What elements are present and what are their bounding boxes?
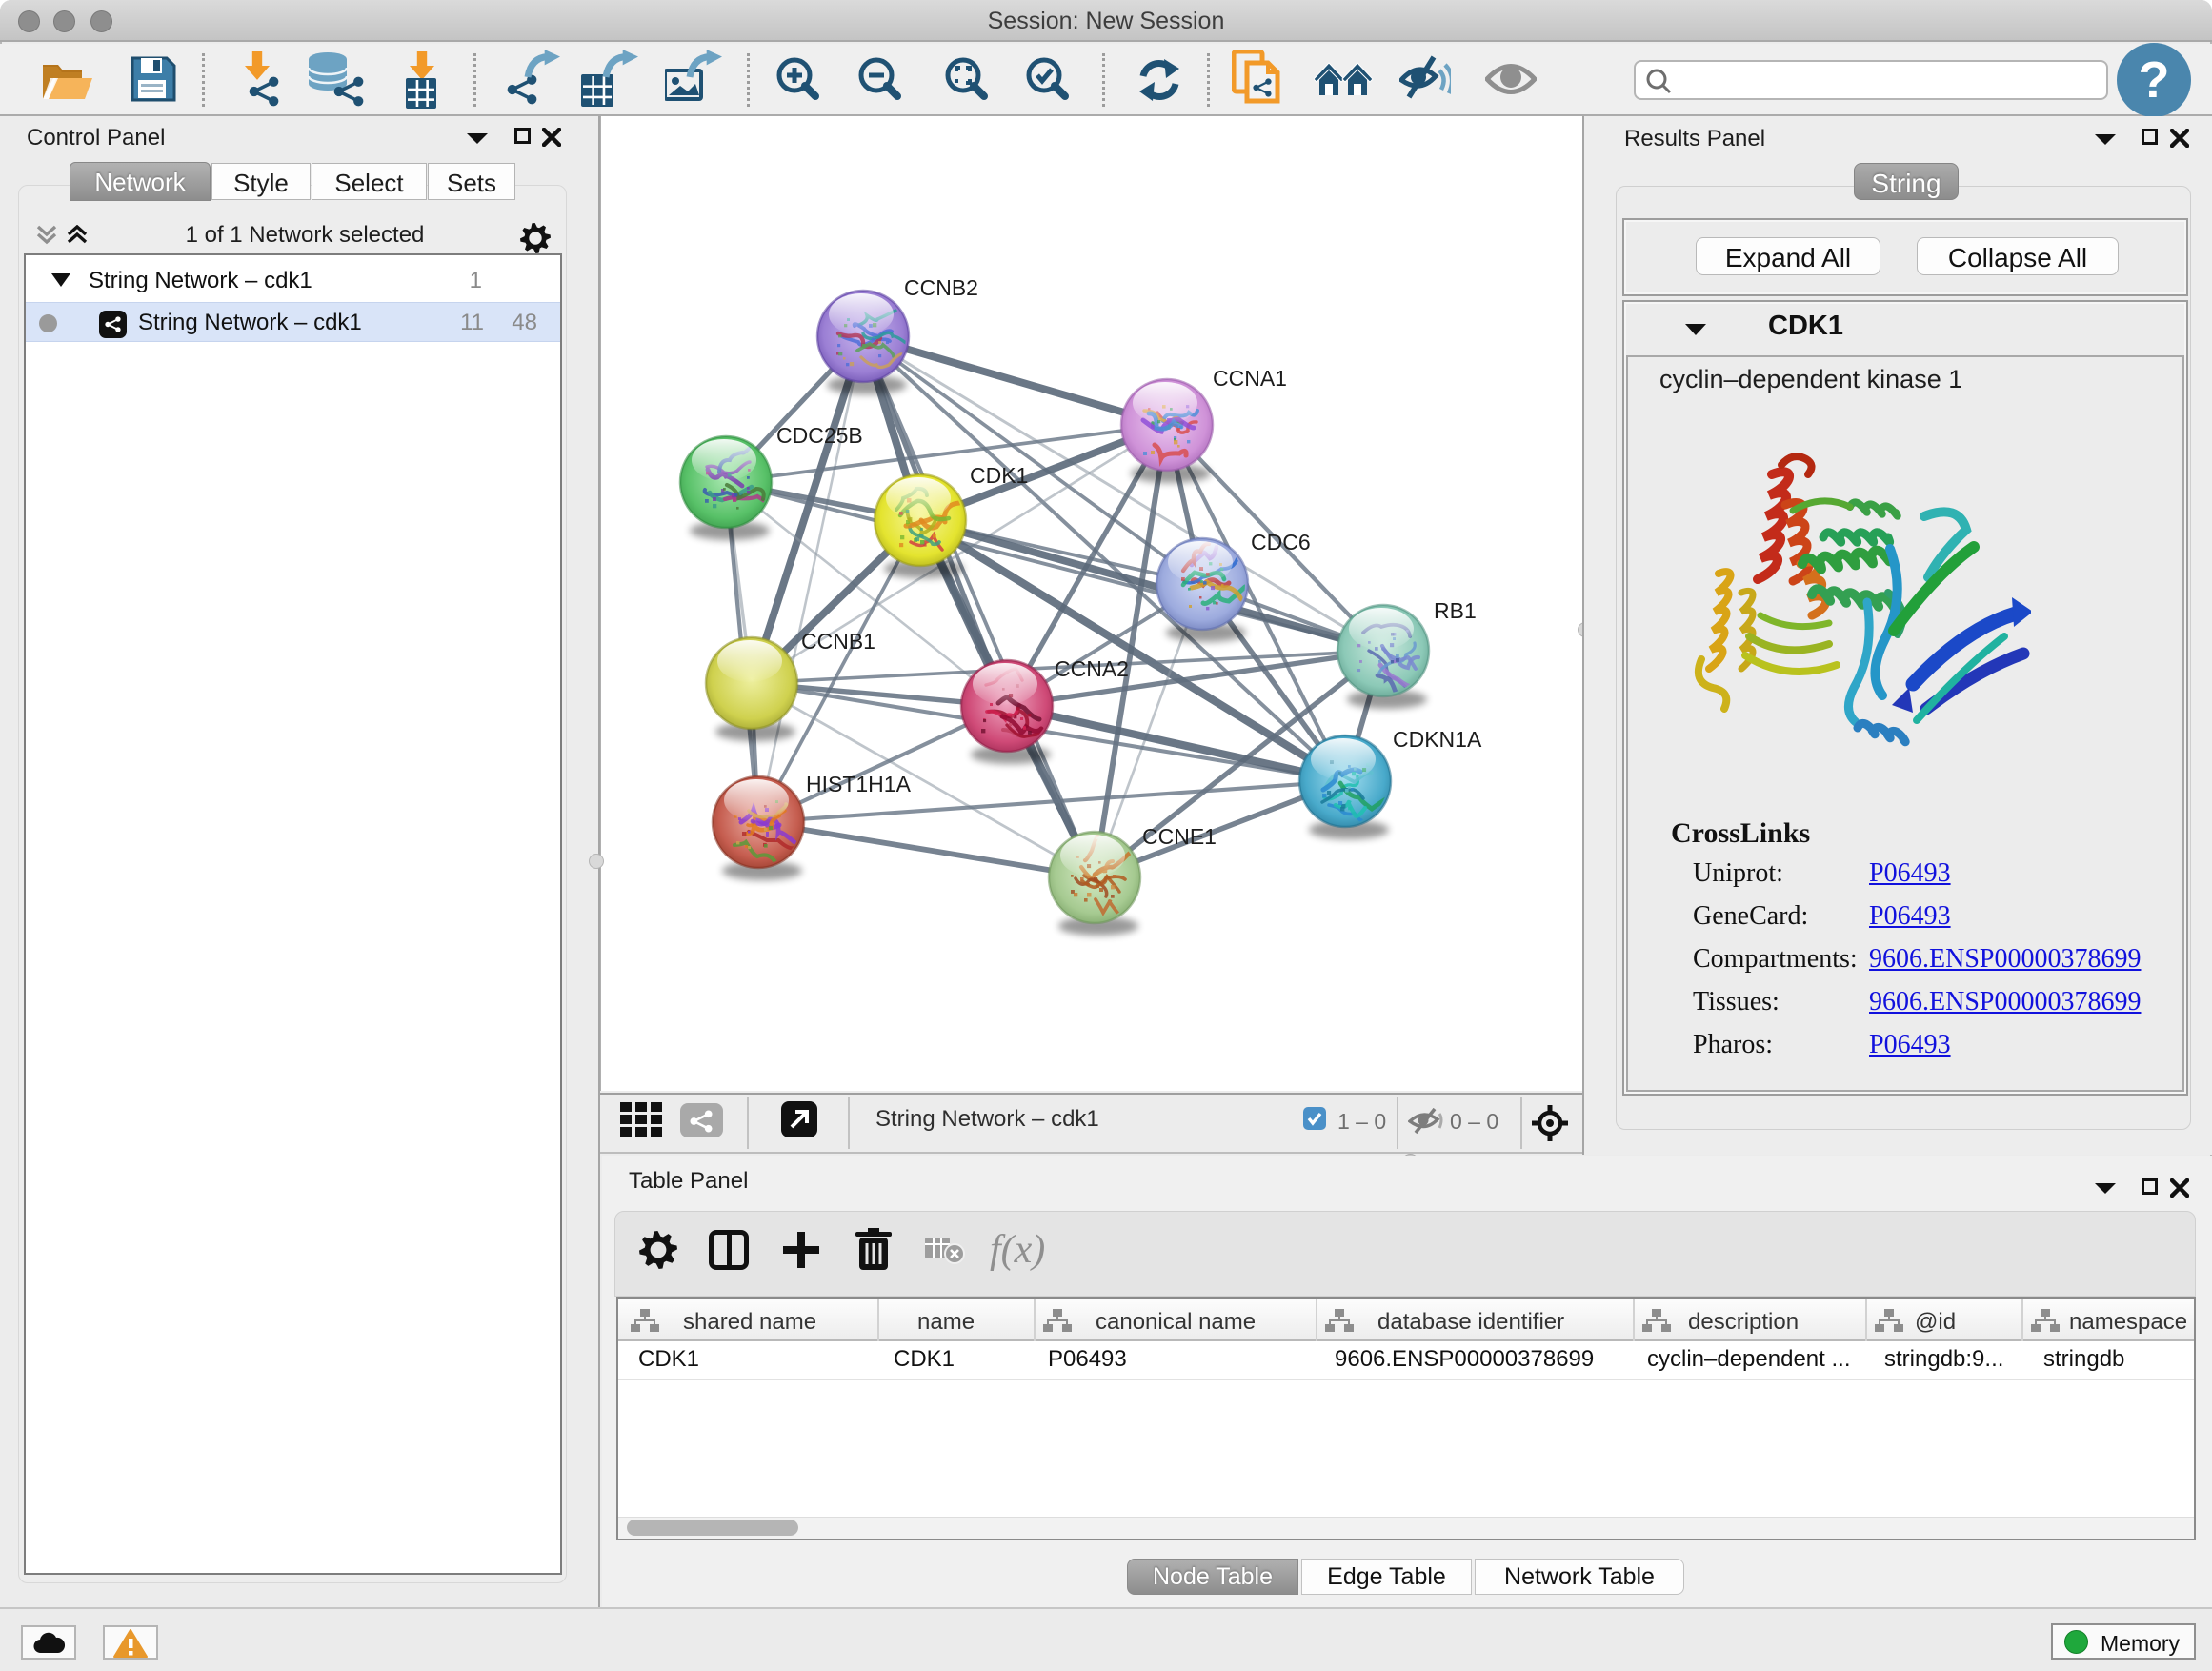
svg-text:CDC6: CDC6 <box>1251 530 1311 554</box>
svg-text:CDK1: CDK1 <box>970 463 1028 488</box>
svg-text:RB1: RB1 <box>1434 598 1477 623</box>
svg-text:HIST1H1A: HIST1H1A <box>806 772 912 796</box>
svg-text:CCNB2: CCNB2 <box>904 275 978 300</box>
svg-text:CDKN1A: CDKN1A <box>1393 727 1482 752</box>
svg-text:CCNE1: CCNE1 <box>1142 824 1217 849</box>
svg-text:CCNA2: CCNA2 <box>1055 656 1129 681</box>
svg-text:CDC25B: CDC25B <box>776 423 863 448</box>
svg-text:CCNA1: CCNA1 <box>1213 366 1287 391</box>
svg-text:CCNB1: CCNB1 <box>801 629 875 654</box>
